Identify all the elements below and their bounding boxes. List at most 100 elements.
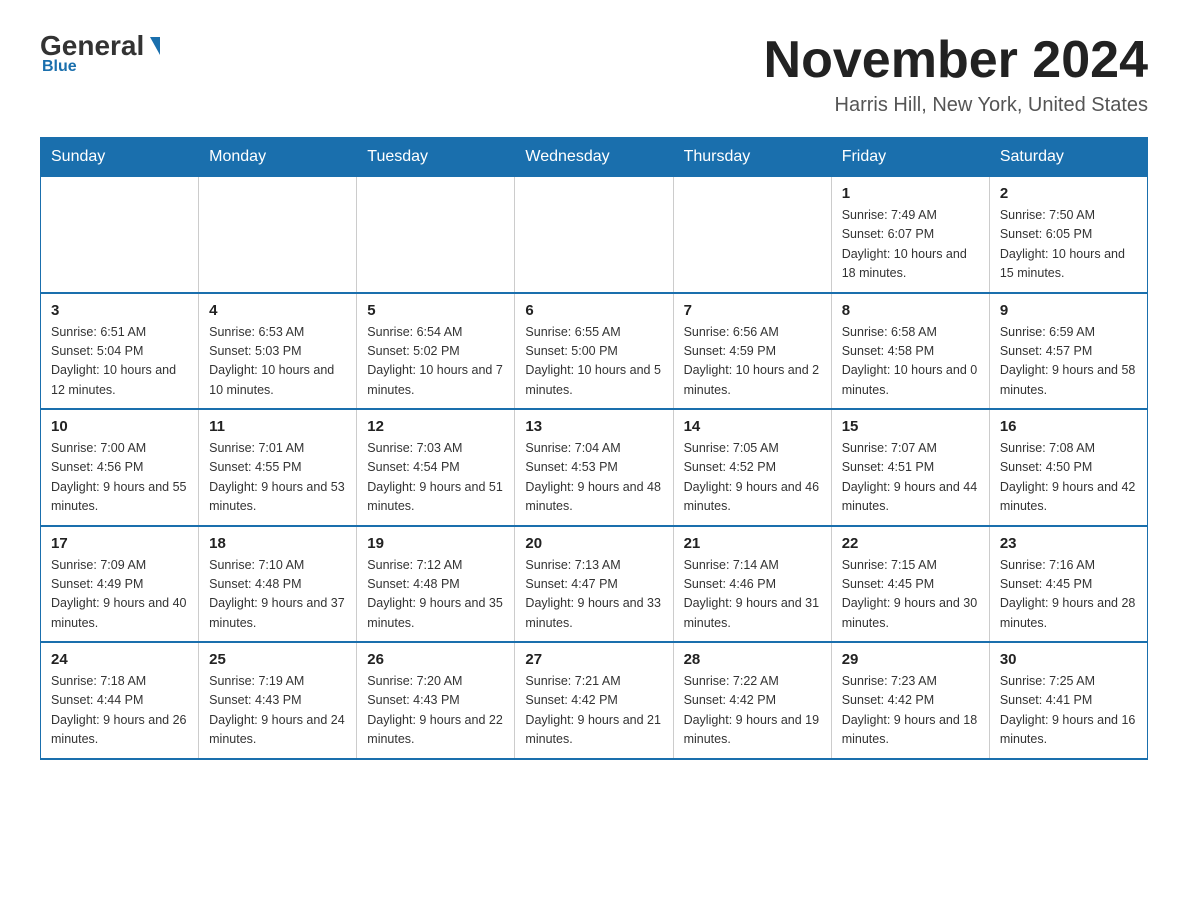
day-info: Sunrise: 7:10 AMSunset: 4:48 PMDaylight:…	[209, 556, 346, 634]
day-info: Sunrise: 7:20 AMSunset: 4:43 PMDaylight:…	[367, 672, 504, 750]
day-number: 22	[842, 535, 979, 552]
calendar-cell: 5Sunrise: 6:54 AMSunset: 5:02 PMDaylight…	[357, 293, 515, 410]
calendar-body: 1 Sunrise: 7:49 AMSunset: 6:07 PMDaylight…	[41, 177, 1148, 759]
calendar-cell: 10 Sunrise: 7:00 AMSunset: 4:56 PMDayligh…	[41, 409, 199, 526]
calendar-cell: 25Sunrise: 7:19 AMSunset: 4:43 PMDayligh…	[199, 642, 357, 759]
day-number: 29	[842, 651, 979, 668]
calendar-cell: 9Sunrise: 6:59 AMSunset: 4:57 PMDaylight…	[989, 293, 1147, 410]
day-number: 25	[209, 651, 346, 668]
col-sunday: Sunday	[41, 138, 199, 177]
day-number: 24	[51, 651, 188, 668]
calendar-cell: 20 Sunrise: 7:13 AMSunset: 4:47 PMDayligh…	[515, 526, 673, 643]
day-info: Sunrise: 7:16 AMSunset: 4:45 PMDaylight:…	[1000, 556, 1137, 634]
logo-triangle-icon	[150, 37, 160, 55]
calendar-cell: 27Sunrise: 7:21 AMSunset: 4:42 PMDayligh…	[515, 642, 673, 759]
day-number: 14	[684, 418, 821, 435]
day-number: 8	[842, 302, 979, 319]
day-number: 6	[525, 302, 662, 319]
day-info: Sunrise: 7:21 AMSunset: 4:42 PMDaylight:…	[525, 672, 662, 750]
day-number: 12	[367, 418, 504, 435]
calendar-cell: 12Sunrise: 7:03 AMSunset: 4:54 PMDayligh…	[357, 409, 515, 526]
calendar-cell	[41, 177, 199, 293]
day-info: Sunrise: 7:13 AMSunset: 4:47 PMDaylight:…	[525, 556, 662, 634]
calendar-cell: 26 Sunrise: 7:20 AMSunset: 4:43 PMDayligh…	[357, 642, 515, 759]
day-number: 23	[1000, 535, 1137, 552]
day-info: Sunrise: 7:14 AMSunset: 4:46 PMDaylight:…	[684, 556, 821, 634]
day-info: Sunrise: 7:50 AMSunset: 6:05 PMDaylight:…	[1000, 206, 1137, 284]
day-info: Sunrise: 7:08 AMSunset: 4:50 PMDaylight:…	[1000, 439, 1137, 517]
calendar-cell: 2 Sunrise: 7:50 AMSunset: 6:05 PMDaylight…	[989, 177, 1147, 293]
day-info: Sunrise: 7:07 AMSunset: 4:51 PMDaylight:…	[842, 439, 979, 517]
day-number: 3	[51, 302, 188, 319]
page-header: General Blue November 2024 Harris Hill, …	[40, 30, 1148, 117]
day-number: 15	[842, 418, 979, 435]
day-info: Sunrise: 6:58 AMSunset: 4:58 PMDaylight:…	[842, 323, 979, 401]
title-section: November 2024 Harris Hill, New York, Uni…	[764, 30, 1148, 117]
day-info: Sunrise: 7:00 AMSunset: 4:56 PMDaylight:…	[51, 439, 188, 517]
day-info: Sunrise: 7:23 AMSunset: 4:42 PMDaylight:…	[842, 672, 979, 750]
calendar-week-row: 17 Sunrise: 7:09 AMSunset: 4:49 PMDayligh…	[41, 526, 1148, 643]
day-info: Sunrise: 7:05 AMSunset: 4:52 PMDaylight:…	[684, 439, 821, 517]
calendar-cell: 7 Sunrise: 6:56 AMSunset: 4:59 PMDaylight…	[673, 293, 831, 410]
day-number: 19	[367, 535, 504, 552]
calendar-cell: 14 Sunrise: 7:05 AMSunset: 4:52 PMDayligh…	[673, 409, 831, 526]
calendar-cell: 15 Sunrise: 7:07 AMSunset: 4:51 PMDayligh…	[831, 409, 989, 526]
col-monday: Monday	[199, 138, 357, 177]
day-number: 13	[525, 418, 662, 435]
calendar-cell: 6Sunrise: 6:55 AMSunset: 5:00 PMDaylight…	[515, 293, 673, 410]
day-number: 2	[1000, 185, 1137, 202]
calendar-cell	[199, 177, 357, 293]
calendar-cell: 29 Sunrise: 7:23 AMSunset: 4:42 PMDayligh…	[831, 642, 989, 759]
day-number: 20	[525, 535, 662, 552]
day-info: Sunrise: 7:09 AMSunset: 4:49 PMDaylight:…	[51, 556, 188, 634]
header-row: Sunday Monday Tuesday Wednesday Thursday…	[41, 138, 1148, 177]
day-info: Sunrise: 6:53 AMSunset: 5:03 PMDaylight:…	[209, 323, 346, 401]
calendar-cell: 30 Sunrise: 7:25 AMSunset: 4:41 PMDayligh…	[989, 642, 1147, 759]
logo: General Blue	[40, 30, 160, 76]
day-number: 28	[684, 651, 821, 668]
day-info: Sunrise: 7:12 AMSunset: 4:48 PMDaylight:…	[367, 556, 504, 634]
calendar-cell: 11Sunrise: 7:01 AMSunset: 4:55 PMDayligh…	[199, 409, 357, 526]
col-thursday: Thursday	[673, 138, 831, 177]
day-info: Sunrise: 6:56 AMSunset: 4:59 PMDaylight:…	[684, 323, 821, 401]
calendar-cell: 17 Sunrise: 7:09 AMSunset: 4:49 PMDayligh…	[41, 526, 199, 643]
day-info: Sunrise: 6:51 AMSunset: 5:04 PMDaylight:…	[51, 323, 188, 401]
logo-blue-text: Blue	[42, 58, 77, 76]
calendar-cell: 1 Sunrise: 7:49 AMSunset: 6:07 PMDaylight…	[831, 177, 989, 293]
calendar-table: Sunday Monday Tuesday Wednesday Thursday…	[40, 137, 1148, 760]
day-number: 30	[1000, 651, 1137, 668]
day-info: Sunrise: 7:15 AMSunset: 4:45 PMDaylight:…	[842, 556, 979, 634]
day-number: 26	[367, 651, 504, 668]
day-number: 7	[684, 302, 821, 319]
day-info: Sunrise: 7:04 AMSunset: 4:53 PMDaylight:…	[525, 439, 662, 517]
col-tuesday: Tuesday	[357, 138, 515, 177]
location-text: Harris Hill, New York, United States	[764, 94, 1148, 117]
calendar-cell: 28 Sunrise: 7:22 AMSunset: 4:42 PMDayligh…	[673, 642, 831, 759]
calendar-week-row: 1 Sunrise: 7:49 AMSunset: 6:07 PMDaylight…	[41, 177, 1148, 293]
month-title: November 2024	[764, 30, 1148, 90]
col-wednesday: Wednesday	[515, 138, 673, 177]
day-number: 1	[842, 185, 979, 202]
calendar-week-row: 24Sunrise: 7:18 AMSunset: 4:44 PMDayligh…	[41, 642, 1148, 759]
day-info: Sunrise: 6:54 AMSunset: 5:02 PMDaylight:…	[367, 323, 504, 401]
day-info: Sunrise: 7:49 AMSunset: 6:07 PMDaylight:…	[842, 206, 979, 284]
col-friday: Friday	[831, 138, 989, 177]
calendar-header: Sunday Monday Tuesday Wednesday Thursday…	[41, 138, 1148, 177]
calendar-cell	[515, 177, 673, 293]
calendar-week-row: 3 Sunrise: 6:51 AMSunset: 5:04 PMDaylight…	[41, 293, 1148, 410]
calendar-cell: 21Sunrise: 7:14 AMSunset: 4:46 PMDayligh…	[673, 526, 831, 643]
day-number: 11	[209, 418, 346, 435]
calendar-cell: 19 Sunrise: 7:12 AMSunset: 4:48 PMDayligh…	[357, 526, 515, 643]
calendar-cell: 8 Sunrise: 6:58 AMSunset: 4:58 PMDaylight…	[831, 293, 989, 410]
calendar-cell: 22 Sunrise: 7:15 AMSunset: 4:45 PMDayligh…	[831, 526, 989, 643]
calendar-cell	[673, 177, 831, 293]
day-number: 10	[51, 418, 188, 435]
day-number: 18	[209, 535, 346, 552]
calendar-cell: 13 Sunrise: 7:04 AMSunset: 4:53 PMDayligh…	[515, 409, 673, 526]
day-info: Sunrise: 7:25 AMSunset: 4:41 PMDaylight:…	[1000, 672, 1137, 750]
day-number: 17	[51, 535, 188, 552]
day-info: Sunrise: 7:22 AMSunset: 4:42 PMDaylight:…	[684, 672, 821, 750]
day-number: 4	[209, 302, 346, 319]
day-info: Sunrise: 6:59 AMSunset: 4:57 PMDaylight:…	[1000, 323, 1137, 401]
calendar-cell: 23 Sunrise: 7:16 AMSunset: 4:45 PMDayligh…	[989, 526, 1147, 643]
